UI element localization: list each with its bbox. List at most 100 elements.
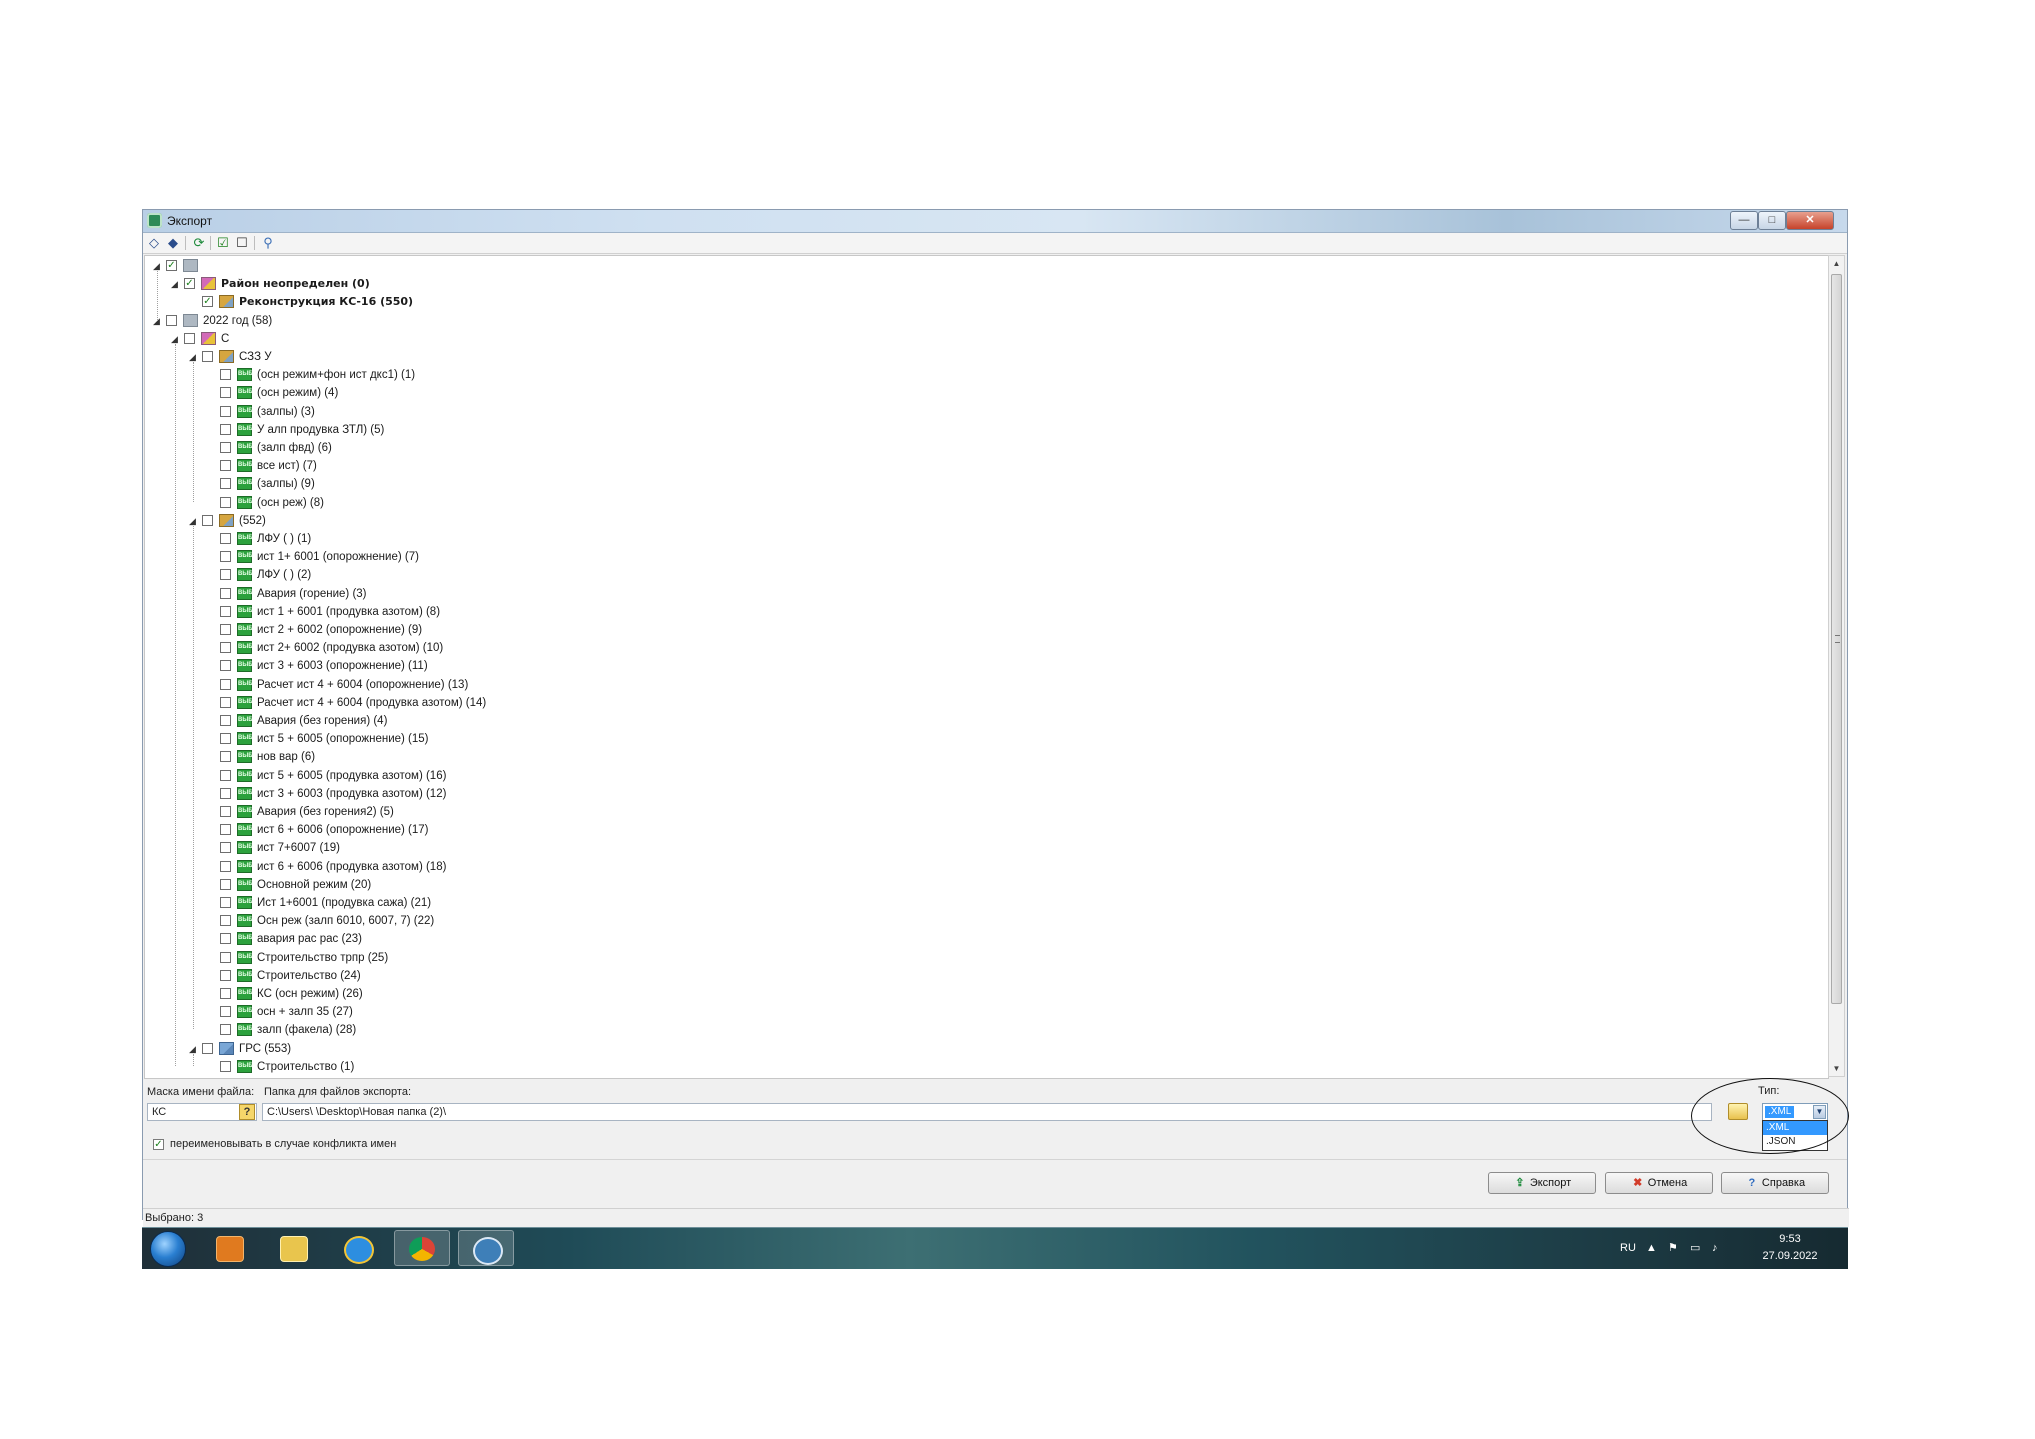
network-icon[interactable]: ▭	[1690, 1228, 1700, 1269]
tree-checkbox[interactable]	[202, 1042, 213, 1054]
tree-checkbox[interactable]	[220, 969, 231, 981]
tree-checkbox[interactable]	[220, 642, 231, 654]
object-tree[interactable]: ◢ ✓ ◢ ✓ Район неопределен (0) ✓ Реконструкция …	[144, 255, 1829, 1079]
tree-checkbox[interactable]	[220, 605, 231, 617]
tree-checkbox[interactable]	[220, 951, 231, 963]
action-center-icon[interactable]: ⚑	[1668, 1228, 1678, 1269]
scroll-grip-icon	[1835, 635, 1840, 643]
language-indicator[interactable]: RU	[1620, 1228, 1636, 1269]
tree-item-label: все ист) (7)	[257, 460, 317, 473]
search-icon[interactable]: ⚲	[260, 235, 276, 251]
tree-item-label: СЗЗ У	[239, 351, 272, 363]
status-bar: Выбрано: 3	[143, 1208, 1849, 1227]
expand-toggle-icon[interactable]: ◢	[171, 330, 181, 348]
scroll-up-arrow-icon[interactable]: ▲	[1829, 256, 1844, 271]
export-button[interactable]: ⇪ Экспорт	[1488, 1172, 1596, 1194]
tree-guide-line	[193, 1053, 194, 1066]
minimize-button[interactable]: —	[1730, 211, 1758, 230]
collapse-all-icon[interactable]: ◆	[165, 235, 181, 251]
tree-checkbox[interactable]	[220, 387, 231, 399]
tree-checkbox[interactable]	[166, 314, 177, 326]
file-explorer-taskbar-icon[interactable]	[266, 1230, 322, 1266]
tree-checkbox[interactable]	[220, 806, 231, 817]
tree-checkbox[interactable]	[220, 933, 231, 945]
tree-checkbox[interactable]	[220, 715, 231, 726]
expand-toggle-icon[interactable]: ◢	[189, 1040, 199, 1058]
tree-item-label: ист 2+ 6002 (продувка азотом) (10)	[257, 642, 444, 655]
tree-checkbox[interactable]	[220, 751, 231, 763]
folder-icon	[183, 313, 198, 327]
tree-item-label: осн + залп 35 (27)	[257, 1006, 353, 1019]
tree-checkbox[interactable]	[220, 787, 231, 799]
uncheck-all-icon[interactable]: ☐	[234, 235, 250, 251]
tree-checkbox[interactable]: ✓	[202, 296, 213, 308]
tree-checkbox[interactable]	[220, 915, 231, 927]
mask-help-icon[interactable]: ?	[239, 1104, 255, 1120]
tree-checkbox[interactable]	[220, 660, 231, 672]
tree-checkbox[interactable]	[184, 332, 195, 344]
tree-checkbox[interactable]	[202, 351, 213, 362]
tree-checkbox[interactable]	[220, 678, 231, 690]
title-bar[interactable]: Экспорт — □ ✕	[143, 210, 1847, 233]
help-button[interactable]: ? Справка	[1721, 1172, 1829, 1194]
tree-checkbox[interactable]	[220, 496, 231, 508]
refresh-icon[interactable]: ⟳	[191, 235, 207, 251]
tree-checkbox[interactable]	[220, 533, 231, 544]
clock-time[interactable]: 9:53	[1760, 1233, 1820, 1247]
tree-checkbox[interactable]	[202, 514, 213, 526]
toolbar-separator	[185, 236, 186, 250]
clock-date[interactable]: 27.09.2022	[1754, 1250, 1826, 1264]
tree-checkbox[interactable]	[220, 369, 231, 381]
expand-toggle-icon[interactable]: ◢	[153, 312, 163, 330]
expand-toggle-icon[interactable]: ◢	[189, 348, 199, 366]
tree-checkbox[interactable]	[220, 442, 231, 453]
tree-checkbox[interactable]	[220, 860, 231, 872]
tree-checkbox[interactable]	[220, 423, 231, 435]
tree-checkbox[interactable]	[220, 733, 231, 745]
tree-checkbox[interactable]	[220, 587, 231, 599]
calc-icon: ВЫБ	[237, 477, 253, 491]
tree-checkbox[interactable]: ✓	[166, 260, 177, 271]
tree-checkbox[interactable]	[220, 769, 231, 781]
volume-icon[interactable]: ♪	[1712, 1228, 1718, 1269]
scroll-down-arrow-icon[interactable]: ▼	[1829, 1061, 1844, 1076]
tree-item-label: С	[221, 332, 230, 345]
expand-toggle-icon[interactable]: ◢	[171, 275, 181, 293]
tree-checkbox[interactable]: ✓	[184, 278, 195, 290]
tree-checkbox[interactable]	[220, 405, 231, 417]
calc-icon: ВЫБ	[237, 805, 253, 818]
tree-checkbox[interactable]	[220, 460, 231, 472]
media-player-taskbar-icon[interactable]	[202, 1230, 258, 1266]
maximize-button[interactable]: □	[1758, 211, 1786, 230]
expand-toggle-icon[interactable]: ◢	[189, 512, 199, 530]
close-button[interactable]: ✕	[1786, 211, 1834, 230]
tree-checkbox[interactable]	[220, 1006, 231, 1018]
tree-checkbox[interactable]	[220, 696, 231, 708]
help-button-label: Справка	[1761, 1177, 1806, 1189]
rename-checkbox[interactable]: ✓	[153, 1139, 164, 1150]
tree-checkbox[interactable]	[220, 824, 231, 836]
tree-checkbox[interactable]	[220, 988, 231, 999]
tree-checkbox[interactable]	[220, 569, 231, 581]
chrome-taskbar-icon[interactable]	[394, 1230, 450, 1266]
tree-checkbox[interactable]	[220, 1060, 231, 1072]
tree-checkbox[interactable]	[220, 878, 231, 890]
export-app-taskbar-icon[interactable]	[458, 1230, 514, 1266]
expand-toggle-icon[interactable]: ◢	[153, 257, 163, 275]
tray-expand-icon[interactable]: ▲	[1646, 1228, 1657, 1269]
tree-checkbox[interactable]	[220, 842, 231, 854]
tree-checkbox[interactable]	[220, 624, 231, 635]
tree-scrollbar[interactable]: ▲ ▼	[1828, 255, 1845, 1077]
cancel-button[interactable]: ✖ Отмена	[1605, 1172, 1713, 1194]
check-all-icon[interactable]: ☑	[215, 235, 231, 251]
calc-icon: ВЫБ	[237, 441, 253, 454]
tree-checkbox[interactable]	[220, 551, 231, 563]
export-folder-input[interactable]: C:\Users\ \Desktop\Новая папка (2)\	[262, 1103, 1712, 1121]
tree-checkbox[interactable]	[220, 897, 231, 908]
start-button[interactable]	[150, 1231, 186, 1267]
expand-all-icon[interactable]: ◇	[146, 235, 162, 251]
scroll-thumb[interactable]	[1831, 274, 1842, 1004]
tree-checkbox[interactable]	[220, 1024, 231, 1036]
tree-checkbox[interactable]	[220, 478, 231, 490]
internet-explorer-taskbar-icon[interactable]	[330, 1230, 386, 1266]
